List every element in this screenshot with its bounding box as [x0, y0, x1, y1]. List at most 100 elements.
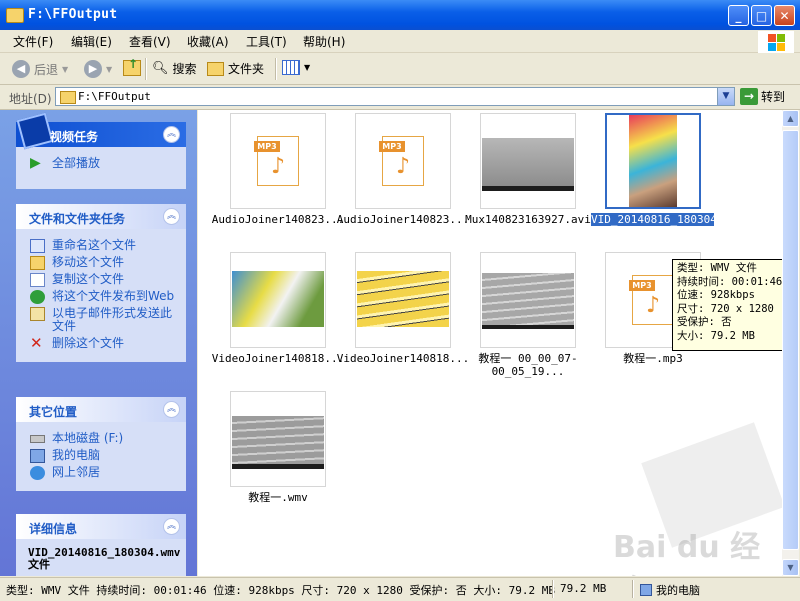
- place-local-disk[interactable]: 本地磁盘 (F:): [28, 432, 176, 445]
- back-arrow-icon: ◀: [12, 60, 30, 78]
- vertical-scrollbar[interactable]: ▲ ▼: [782, 110, 799, 576]
- scroll-up-button[interactable]: ▲: [782, 110, 799, 127]
- place-my-computer[interactable]: 我的电脑: [28, 449, 176, 463]
- collapse-icon[interactable]: ︽: [163, 126, 180, 143]
- status-size: 79.2 MB: [560, 582, 607, 595]
- rename-icon: [30, 239, 45, 253]
- folders-label: 文件夹: [228, 62, 265, 76]
- views-icon: [282, 60, 300, 75]
- task-label: 重命名这个文件: [52, 238, 137, 252]
- move-icon: [30, 256, 45, 270]
- mp3-icon: MP3 ♪: [254, 136, 299, 186]
- file-tasks-body: 重命名这个文件 移动这个文件 复制这个文件 将这个文件发布到Web 以电子邮件形…: [16, 229, 186, 362]
- collapse-icon[interactable]: ︽: [163, 208, 180, 225]
- details-header[interactable]: 详细信息 ︽: [16, 514, 186, 539]
- file-label[interactable]: 教程一.wmv: [203, 491, 353, 504]
- file-label-selected[interactable]: VID_20140816_180304.wmv: [591, 213, 743, 226]
- place-network[interactable]: 网上邻居: [28, 466, 176, 480]
- title-bar[interactable]: F:\FFOutput _ □ ✕: [0, 0, 800, 30]
- views-button[interactable]: ▼: [282, 60, 310, 75]
- video-tasks-body: ▶ 全部播放: [16, 147, 186, 189]
- file-thumbnail-selected[interactable]: [605, 113, 701, 209]
- back-button[interactable]: ◀ 后退 ▼: [12, 60, 68, 78]
- video-thumbnail: [482, 273, 574, 329]
- minimize-button[interactable]: _: [728, 5, 749, 26]
- maximize-button[interactable]: □: [751, 5, 772, 26]
- search-icon: 🔍︎: [152, 61, 169, 76]
- drive-icon: [30, 435, 45, 443]
- menu-tools[interactable]: 工具(T): [246, 33, 287, 50]
- collapse-icon[interactable]: ︽: [163, 401, 180, 418]
- collapse-icon[interactable]: ︽: [163, 518, 180, 535]
- toolbar-separator: [145, 58, 147, 80]
- menu-view[interactable]: 查看(V): [129, 33, 171, 50]
- folders-button[interactable]: 文件夹: [207, 60, 264, 77]
- network-icon: [30, 466, 45, 480]
- task-label: 将这个文件发布到Web: [52, 289, 175, 303]
- task-copy[interactable]: 复制这个文件: [28, 273, 176, 287]
- status-location: 我的电脑: [640, 582, 700, 598]
- task-delete[interactable]: ✕ 删除这个文件: [28, 336, 176, 351]
- task-email[interactable]: 以电子邮件形式发送此文件: [28, 307, 176, 333]
- status-divider: [632, 580, 634, 598]
- address-field[interactable]: F:\FFOutput ▼: [55, 87, 735, 106]
- menu-edit[interactable]: 编辑(E): [71, 33, 112, 50]
- file-tasks-header[interactable]: 文件和文件夹任务 ︽: [16, 204, 186, 229]
- close-button[interactable]: ✕: [774, 5, 795, 26]
- search-label: 搜索: [172, 62, 197, 76]
- task-publish-web[interactable]: 将这个文件发布到Web: [28, 289, 176, 304]
- up-folder-button[interactable]: ↑: [123, 58, 141, 76]
- video-thumbnail: [629, 115, 677, 207]
- file-thumbnail[interactable]: [480, 252, 576, 348]
- video-tasks-panel: 视频任务 ︽ ▶ 全部播放: [16, 112, 186, 189]
- file-thumbnail[interactable]: [230, 252, 326, 348]
- search-button[interactable]: 🔍︎ 搜索: [152, 60, 197, 77]
- status-location-label: 我的电脑: [656, 584, 700, 597]
- windows-logo-icon: [758, 31, 794, 53]
- video-tasks-title: 视频任务: [50, 130, 99, 144]
- file-label[interactable]: Mux140823163927.avi: [453, 213, 603, 226]
- task-move[interactable]: 移动这个文件: [28, 255, 176, 270]
- toolbar: ◀ 后退 ▼ ▶ ▼ ↑ 🔍︎ 搜索 文件夹 ▼: [0, 53, 800, 85]
- copy-icon: [30, 273, 45, 287]
- other-places-body: 本地磁盘 (F:) 我的电脑 网上邻居: [16, 422, 186, 491]
- menu-favorites[interactable]: 收藏(A): [187, 33, 229, 50]
- task-pane: 视频任务 ︽ ▶ 全部播放 文件和文件夹任务 ︽ 重命名这个文件 移动这个文件 …: [0, 110, 197, 576]
- computer-icon: [640, 584, 652, 596]
- menu-help[interactable]: 帮助(H): [303, 33, 345, 50]
- file-info-tooltip: 类型: WMV 文件 持续时间: 00:01:46 位速: 928kbps 尺寸…: [672, 259, 791, 351]
- status-info: 类型: WMV 文件 持续时间: 00:01:46 位速: 928kbps 尺寸…: [6, 584, 555, 597]
- folder-icon: [60, 91, 76, 104]
- email-icon: [30, 307, 45, 321]
- video-thumbnail: [232, 416, 324, 469]
- other-places-title: 其它位置: [29, 405, 78, 419]
- watermark: Bai du 经验: [613, 530, 761, 576]
- file-label[interactable]: 教程一.mp3: [578, 352, 728, 365]
- scroll-down-button[interactable]: ▼: [782, 559, 799, 576]
- file-thumbnail[interactable]: [230, 391, 326, 487]
- menu-file[interactable]: 文件(F): [13, 33, 53, 50]
- address-dropdown-button[interactable]: ▼: [717, 88, 734, 105]
- tooltip-line: 类型: WMV 文件: [677, 262, 757, 274]
- file-tasks-title: 文件和文件夹任务: [29, 212, 126, 226]
- task-rename[interactable]: 重命名这个文件: [28, 238, 176, 253]
- details-panel: 详细信息 ︽ VID_20140816_180304.wmv 文件: [16, 514, 186, 576]
- go-arrow-icon: →: [740, 88, 758, 105]
- place-label: 本地磁盘 (F:): [52, 431, 124, 445]
- video-tasks-header[interactable]: 视频任务 ︽: [16, 112, 186, 150]
- file-thumbnail[interactable]: MP3 ♪: [355, 113, 451, 209]
- task-label: 以电子邮件形式发送此文件: [52, 306, 173, 333]
- scroll-thumb[interactable]: [782, 130, 799, 550]
- go-button[interactable]: → 转到: [740, 88, 785, 105]
- file-thumbnail[interactable]: [355, 252, 451, 348]
- forward-button[interactable]: ▶ ▼: [84, 60, 112, 78]
- file-thumbnail[interactable]: MP3 ♪: [230, 113, 326, 209]
- task-label: 移动这个文件: [52, 255, 125, 269]
- folder-icon: [6, 8, 24, 23]
- task-label: 全部播放: [52, 156, 101, 170]
- other-places-header[interactable]: 其它位置 ︽: [16, 397, 186, 422]
- details-body: VID_20140816_180304.wmv 文件: [16, 539, 186, 576]
- file-thumbnail[interactable]: [480, 113, 576, 209]
- task-play-all[interactable]: ▶ 全部播放: [28, 156, 176, 170]
- chevron-down-icon: ▼: [304, 63, 311, 72]
